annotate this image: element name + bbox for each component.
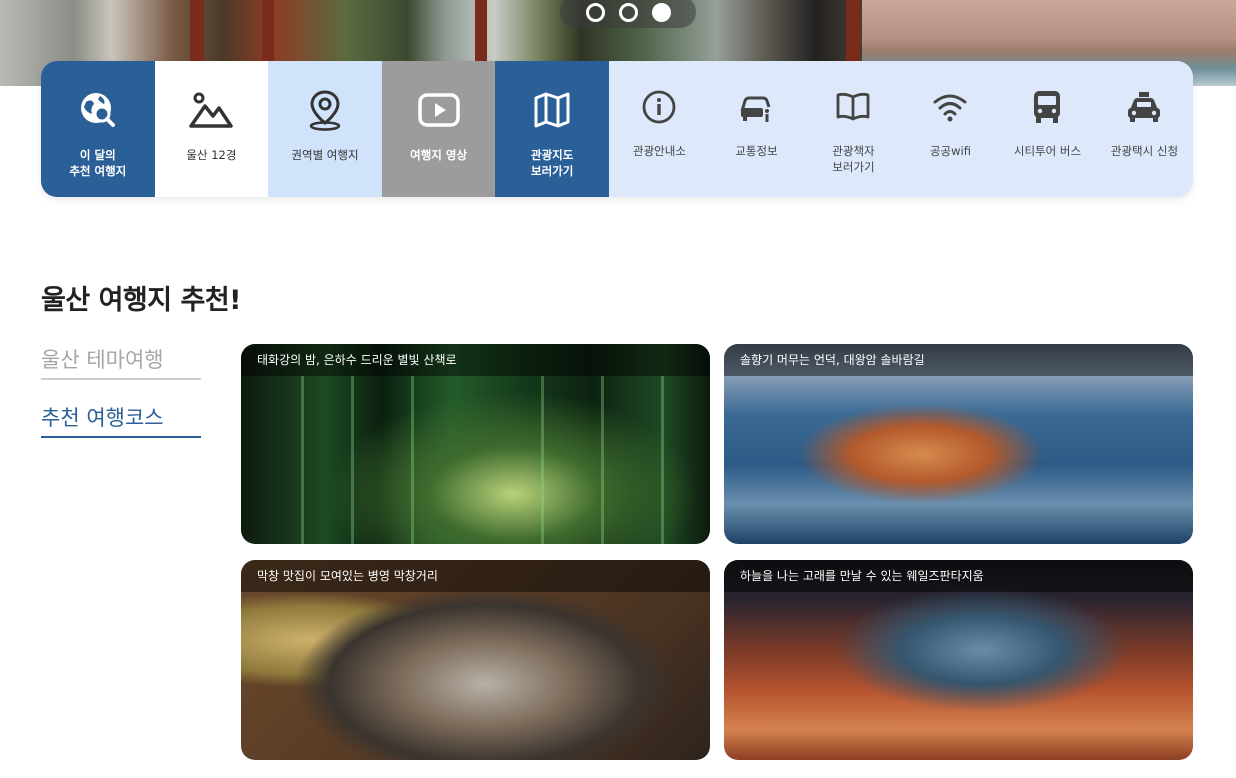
section-title: 울산 여행지 추천! — [41, 285, 242, 316]
quick-menu-label: 공공wifi — [929, 144, 971, 158]
quick-menu-label: 여행지 영상 — [410, 148, 468, 162]
slide-dot-1[interactable] — [585, 2, 605, 22]
course-card-daewangam[interactable]: 솔향기 머무는 언덕, 대왕암 솔바람길 — [724, 344, 1193, 544]
quick-menu-label: 관광책자 보러가기 — [832, 144, 875, 174]
bus-icon — [1027, 87, 1067, 127]
globe-search-icon — [75, 87, 121, 133]
hero-image-detail — [190, 0, 204, 62]
info-icon — [639, 87, 679, 127]
slide-pagination — [560, 0, 696, 28]
course-card-whales-fantasium[interactable]: 하늘을 나는 고래를 만날 수 있는 웨일즈판타지움 — [724, 560, 1193, 760]
video-play-icon — [416, 87, 462, 133]
quick-menu-regional-destinations[interactable]: 권역별 여행지 — [268, 61, 382, 197]
hero-image-detail — [846, 0, 860, 62]
mountain-icon — [188, 87, 234, 133]
quick-menu-tour-map[interactable]: 관광지도 보러가기 — [495, 61, 609, 197]
wifi-icon — [930, 87, 970, 127]
card-caption: 막창 맛집이 모여있는 병영 막창거리 — [241, 560, 710, 592]
utility-menu: 관광안내소 교통정보 관광책자 보러가기 공공wifi 시티투어 버스 관광택시… — [609, 61, 1193, 197]
card-caption: 태화강의 밤, 은하수 드리운 별빛 산책로 — [241, 344, 710, 376]
car-info-icon — [736, 87, 776, 127]
slide-dot-2[interactable] — [618, 2, 638, 22]
quick-menu-ulsan-12-scenes[interactable]: 울산 12경 — [154, 61, 269, 197]
folded-map-icon — [529, 87, 575, 133]
quick-menu-public-wifi[interactable]: 공공wifi — [902, 61, 999, 197]
quick-menu-label: 이 달의 추천 여행지 — [69, 148, 127, 178]
card-image-detail — [601, 376, 604, 544]
card-image-detail — [301, 376, 304, 544]
quick-menu-label: 관광안내소 — [633, 144, 686, 158]
tab-theme-travel[interactable]: 울산 테마여행 — [41, 344, 201, 380]
quick-menu-label: 관광지도 보러가기 — [531, 148, 574, 178]
quick-menu-label: 울산 12경 — [186, 148, 237, 162]
hero-image-detail — [262, 0, 274, 62]
quick-menu-tourist-info-center[interactable]: 관광안내소 — [611, 61, 708, 197]
quick-menu-bar: 이 달의 추천 여행지 울산 12경 권역별 여행지 여행지 영상 관광지도 보… — [41, 61, 1193, 197]
quick-menu-monthly-recommend[interactable]: 이 달의 추천 여행지 — [41, 61, 155, 197]
course-card-makchang-street[interactable]: 막창 맛집이 모여있는 병영 막창거리 — [241, 560, 710, 760]
open-book-icon — [833, 87, 873, 127]
card-image-detail — [541, 376, 544, 544]
quick-menu-travel-videos[interactable]: 여행지 영상 — [381, 61, 496, 197]
card-image-detail — [411, 376, 414, 544]
quick-menu-label: 교통정보 — [735, 144, 778, 158]
quick-menu-label: 시티투어 버스 — [1013, 144, 1082, 158]
quick-menu-tour-taxi-request[interactable]: 관광택시 신청 — [1096, 61, 1193, 197]
hero-image-detail — [475, 0, 487, 62]
taxi-icon — [1124, 87, 1164, 127]
course-card-taehwagang-night[interactable]: 태화강의 밤, 은하수 드리운 별빛 산책로 — [241, 344, 710, 544]
slide-dot-3[interactable] — [651, 2, 671, 22]
tab-recommended-course[interactable]: 추천 여행코스 — [41, 402, 201, 438]
map-pin-icon — [302, 87, 348, 133]
quick-menu-label: 관광택시 신청 — [1110, 144, 1179, 158]
card-image-detail — [661, 376, 664, 544]
card-image-detail — [351, 376, 354, 544]
quick-menu-tour-booklet[interactable]: 관광책자 보러가기 — [805, 61, 902, 197]
quick-menu-traffic-info[interactable]: 교통정보 — [708, 61, 805, 197]
card-caption: 솔향기 머무는 언덕, 대왕암 솔바람길 — [724, 344, 1193, 376]
quick-menu-city-tour-bus[interactable]: 시티투어 버스 — [999, 61, 1096, 197]
card-caption: 하늘을 나는 고래를 만날 수 있는 웨일즈판타지움 — [724, 560, 1193, 592]
quick-menu-label: 권역별 여행지 — [291, 148, 359, 162]
